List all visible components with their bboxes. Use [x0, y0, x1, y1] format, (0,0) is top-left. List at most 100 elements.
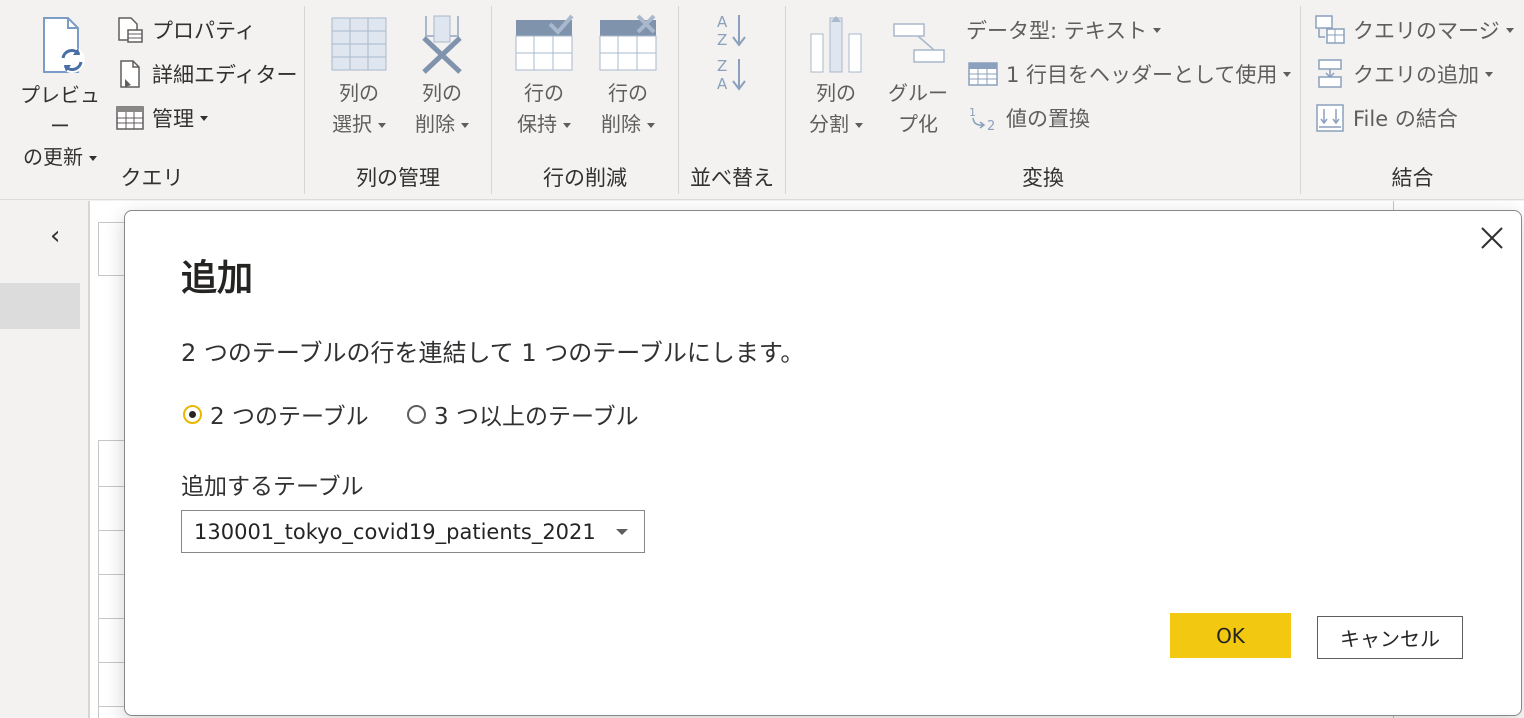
- manage-button[interactable]: 管理: [116, 100, 208, 136]
- header-table-icon: [968, 62, 998, 86]
- keep-rows-line1: 行の: [524, 81, 564, 105]
- group-label-query: クエリ: [120, 166, 184, 190]
- combine-files-label: File の結合: [1353, 107, 1458, 131]
- ok-button[interactable]: OK: [1170, 613, 1291, 658]
- choose-columns-button[interactable]: 列の 選択: [319, 14, 399, 140]
- merge-queries-label: クエリのマージ: [1353, 19, 1500, 43]
- chevron-down-icon: [200, 115, 208, 121]
- group-label-transform: 変換: [1022, 166, 1064, 190]
- keep-rows-button[interactable]: 行の 保持: [504, 14, 584, 140]
- merge-queries-icon: [1315, 15, 1345, 44]
- sort-descending-button[interactable]: Z A: [715, 56, 755, 93]
- properties-label: プロパティ: [152, 19, 256, 43]
- chevron-down-icon: [1505, 27, 1514, 33]
- group-by-button[interactable]: グルー プ化: [882, 14, 954, 140]
- choose-columns-line2: 選択: [332, 112, 372, 136]
- table-to-append-label: 追加するテーブル: [181, 474, 364, 500]
- radio-three-tables-label: 3 つ以上のテーブル: [434, 404, 639, 430]
- chevron-down-icon: [563, 123, 571, 128]
- radio-two-tables-label: 2 つのテーブル: [210, 404, 369, 430]
- refresh-label-line1: プレビュー: [20, 83, 100, 138]
- split-column-button[interactable]: 列の 分割: [798, 14, 874, 140]
- group-label-combine: 結合: [1391, 166, 1434, 190]
- group-combine: クエリのマージ クエリの追加 File の結合 結合: [1301, 0, 1524, 196]
- cancel-button[interactable]: キャンセル: [1317, 616, 1463, 659]
- sort-ascending-icon: A Z: [717, 13, 746, 49]
- group-label-manage-columns: 列の管理: [356, 166, 440, 190]
- group-sort: A Z Z A 並べ替え: [679, 0, 785, 196]
- svg-text:1: 1: [969, 106, 976, 119]
- sort-descending-icon: Z A: [717, 57, 746, 93]
- radio-two-tables[interactable]: 2 つのテーブル: [183, 397, 369, 431]
- use-first-row-label: 1 行目をヘッダーとして使用: [1006, 63, 1278, 87]
- radio-unchecked-icon[interactable]: [407, 404, 426, 424]
- dialog-title: 追加: [181, 258, 254, 299]
- ribbon: プレビュー の更新 プロパティ 詳細エディター 管理 クエリ 列の 選択 列の …: [0, 0, 1524, 200]
- svg-text:A: A: [717, 75, 728, 93]
- close-icon[interactable]: [1477, 223, 1507, 253]
- group-by-icon: [893, 23, 945, 63]
- chevron-down-icon: [647, 123, 655, 128]
- group-reduce-rows: 行の 保持 行の 削除 行の削減: [492, 0, 678, 196]
- remove-columns-icon: [422, 15, 462, 74]
- group-transform: 列の 分割 グルー プ化 データ型: テキスト 1 行目をヘッダーとして使用 1…: [786, 0, 1300, 196]
- sort-ascending-button[interactable]: A Z: [715, 12, 755, 49]
- refresh-preview-button[interactable]: プレビュー の更新: [14, 14, 106, 173]
- chevron-down-icon: [1485, 71, 1493, 77]
- selected-query-item[interactable]: [0, 283, 80, 329]
- properties-button[interactable]: プロパティ: [116, 12, 256, 48]
- replace-values-label: 値の置換: [1006, 107, 1090, 131]
- append-queries-label: クエリの追加: [1353, 63, 1479, 87]
- data-type-button[interactable]: データ型: テキスト: [966, 12, 1162, 48]
- chevron-down-icon: [1283, 71, 1292, 77]
- combine-files-icon: [1316, 104, 1344, 132]
- chevron-down-icon: [855, 123, 863, 128]
- group-label-reduce-rows: 行の削減: [543, 166, 627, 190]
- chevron-down-icon: [461, 123, 469, 128]
- remove-rows-line1: 行の: [608, 81, 648, 105]
- choose-columns-line1: 列の: [339, 81, 379, 105]
- append-dialog: 追加 2 つのテーブルの行を連結して 1 つのテーブルにします。 2 つのテーブ…: [124, 210, 1522, 716]
- split-column-icon: [810, 16, 862, 73]
- use-first-row-button[interactable]: 1 行目をヘッダーとして使用: [968, 56, 1292, 92]
- split-column-line1: 列の: [816, 81, 856, 105]
- selected-table-value: 130001_tokyo_covid19_patients_2021: [194, 519, 596, 544]
- advanced-editor-button[interactable]: 詳細エディター: [116, 56, 298, 92]
- chevron-down-icon: [616, 529, 628, 535]
- keep-rows-icon: [515, 14, 574, 71]
- refresh-preview-icon: [43, 17, 85, 73]
- remove-rows-button[interactable]: 行の 削除: [588, 14, 668, 140]
- keep-rows-line2: 保持: [517, 112, 557, 136]
- group-manage-columns: 列の 選択 列の 削除 列の管理: [305, 0, 491, 196]
- manage-table-icon: [116, 106, 144, 130]
- advanced-editor-label: 詳細エディター: [152, 63, 298, 87]
- group-query: プレビュー の更新 プロパティ 詳細エディター 管理 クエリ: [0, 0, 304, 196]
- remove-columns-line2: 削除: [415, 112, 455, 136]
- chevron-down-icon: [1153, 27, 1162, 33]
- combine-files-button[interactable]: File の結合: [1315, 100, 1458, 136]
- remove-columns-line1: 列の: [422, 81, 462, 105]
- choose-columns-icon: [331, 17, 387, 71]
- split-column-line2: 分割: [809, 112, 849, 136]
- radio-three-or-more-tables[interactable]: 3 つ以上のテーブル: [407, 397, 639, 431]
- remove-rows-line2: 削除: [601, 112, 641, 136]
- svg-text:2: 2: [987, 119, 995, 132]
- replace-values-button[interactable]: 1 2 値の置換: [968, 100, 1090, 136]
- group-label-sort: 並べ替え: [690, 166, 774, 190]
- queries-pane: ‹: [0, 201, 88, 718]
- group-by-line2: プ化: [898, 112, 938, 136]
- append-queries-icon: [1318, 59, 1342, 88]
- remove-columns-button[interactable]: 列の 削除: [405, 14, 479, 140]
- append-queries-button[interactable]: クエリの追加: [1315, 56, 1493, 92]
- dialog-description: 2 つのテーブルの行を連結して 1 つのテーブルにします。: [181, 339, 805, 367]
- merge-queries-button[interactable]: クエリのマージ: [1315, 12, 1514, 48]
- svg-text:Z: Z: [717, 57, 727, 75]
- chevron-down-icon: [89, 156, 97, 161]
- advanced-editor-icon: [120, 60, 140, 88]
- group-by-line1: グルー: [888, 81, 948, 105]
- radio-checked-icon[interactable]: [183, 404, 202, 424]
- table-to-append-select[interactable]: 130001_tokyo_covid19_patients_2021: [181, 510, 645, 553]
- properties-icon: [118, 17, 143, 43]
- manage-label: 管理: [152, 107, 194, 131]
- collapse-pane-icon[interactable]: ‹: [50, 221, 60, 251]
